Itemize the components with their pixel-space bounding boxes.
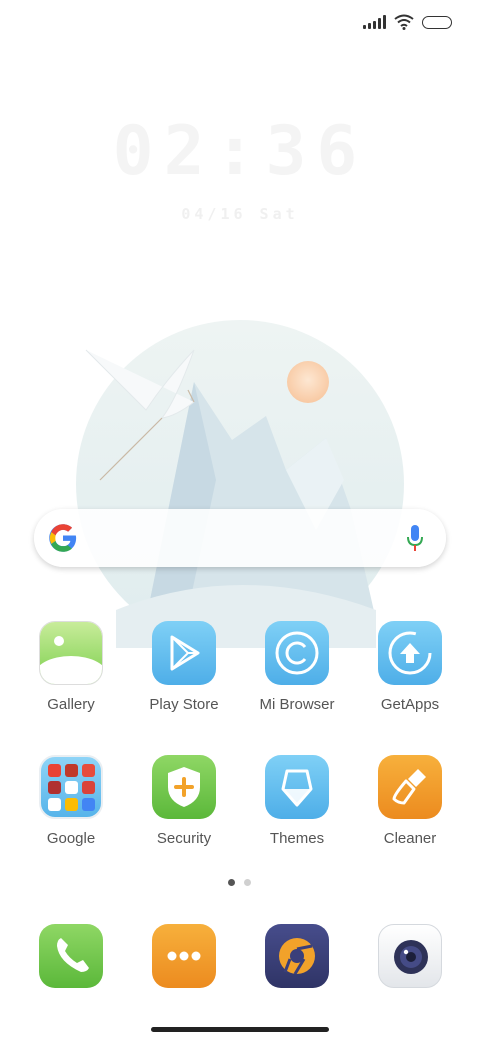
dock-browser[interactable] [247,924,347,988]
google-search-bar[interactable] [34,509,446,567]
dock-phone[interactable] [21,924,121,988]
getapps-icon [378,621,442,685]
home-indicator[interactable] [151,1027,329,1032]
app-label: Gallery [47,696,95,713]
app-themes[interactable]: Themes [247,755,347,847]
app-label: GetApps [380,696,440,713]
app-label: Security [156,830,212,847]
page-dot[interactable] [244,879,251,886]
page-indicator [228,879,251,886]
dock-more[interactable] [134,924,234,988]
app-play-store[interactable]: Play Store [134,621,234,713]
signal-icon [363,15,386,29]
app-gallery[interactable]: Gallery [21,621,121,713]
browser-icon [265,924,329,988]
wifi-icon [394,14,414,30]
app-label: Google [46,830,96,847]
security-icon [152,755,216,819]
cleaner-icon [378,755,442,819]
clock-time[interactable]: 02:36 [0,112,480,191]
dock-camera[interactable] [360,924,460,988]
clock-date: 04/16 Sat [181,205,299,223]
app-label: Play Store [149,696,219,713]
app-getapps[interactable]: GetApps [360,621,460,713]
app-google-folder[interactable]: Google [21,755,121,847]
mi-browser-icon [265,621,329,685]
google-g-icon [49,524,77,552]
google-folder-icon [39,755,103,819]
play-store-icon [152,621,216,685]
app-label: Mi Browser [259,696,335,713]
themes-icon [265,755,329,819]
app-cleaner[interactable]: Cleaner [360,755,460,847]
battery-icon [422,15,452,29]
gallery-icon [39,621,103,685]
phone-icon [39,924,103,988]
status-bar [363,12,452,32]
app-label: Cleaner [383,830,437,847]
more-icon [152,924,216,988]
app-mi-browser[interactable]: Mi Browser [247,621,347,713]
app-label: Themes [269,830,325,847]
camera-icon [378,924,442,988]
mic-icon[interactable] [406,524,424,552]
app-security[interactable]: Security [134,755,234,847]
page-dot-active[interactable] [228,879,235,886]
wallpaper-illustration [76,320,404,648]
